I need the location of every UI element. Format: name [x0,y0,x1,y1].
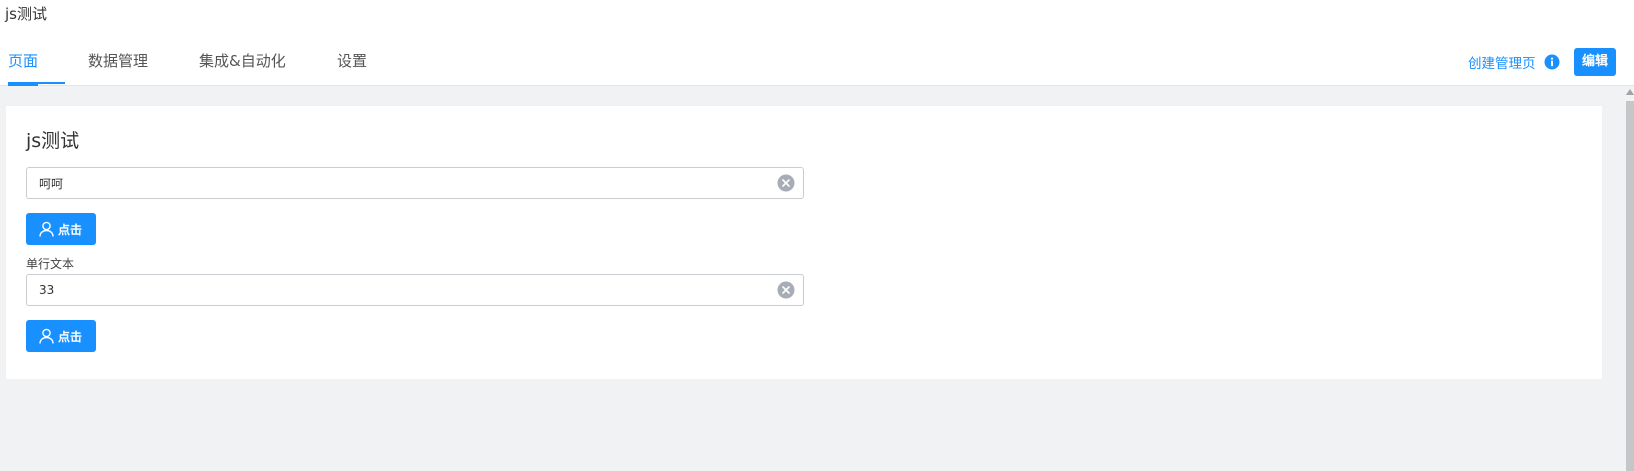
tab-data-management[interactable]: 数据管理 [88,44,148,86]
app-title: js测试 [5,5,47,23]
info-icon[interactable] [1544,54,1560,70]
edit-button[interactable]: 编辑 [1574,48,1616,76]
scrollbar[interactable] [1624,87,1634,471]
close-circle-icon[interactable] [777,281,795,299]
create-admin-page-link[interactable]: 创建管理页 [1468,52,1536,72]
close-circle-icon[interactable] [777,174,795,192]
tab-label: 集成&自动化 [199,52,286,70]
tab-label: 数据管理 [88,52,149,70]
tab-settings[interactable]: 设置 [337,44,367,86]
top-header: js测试 页面 数据管理 集成&自动化 设置 创建管理页 编辑 [0,0,1634,86]
tab-pages[interactable]: 页面 [8,44,39,86]
user-icon [39,328,54,344]
page-title: js测试 [26,130,80,152]
click-button-1[interactable]: 点击 [26,213,96,245]
active-tab-indicator [8,82,65,84]
tab-integration-automation[interactable]: 集成&自动化 [199,44,286,86]
text-input-1[interactable] [39,173,759,193]
button-label: 点击 [58,330,83,344]
text-input-2[interactable] [39,280,759,300]
scrollbar-thumb[interactable] [1626,101,1634,471]
content-card: js测试 点击 单行文本 点击 [6,106,1602,379]
tab-label: 设置 [337,52,368,70]
button-label: 点击 [58,223,83,237]
text-input-field-2 [26,274,804,306]
click-button-2[interactable]: 点击 [26,320,96,352]
field-label: 单行文本 [26,257,75,271]
user-icon [39,221,54,237]
text-input-field-1 [26,167,804,199]
tab-label: 页面 [8,52,39,70]
scroll-up-arrow-icon[interactable] [1626,89,1634,95]
